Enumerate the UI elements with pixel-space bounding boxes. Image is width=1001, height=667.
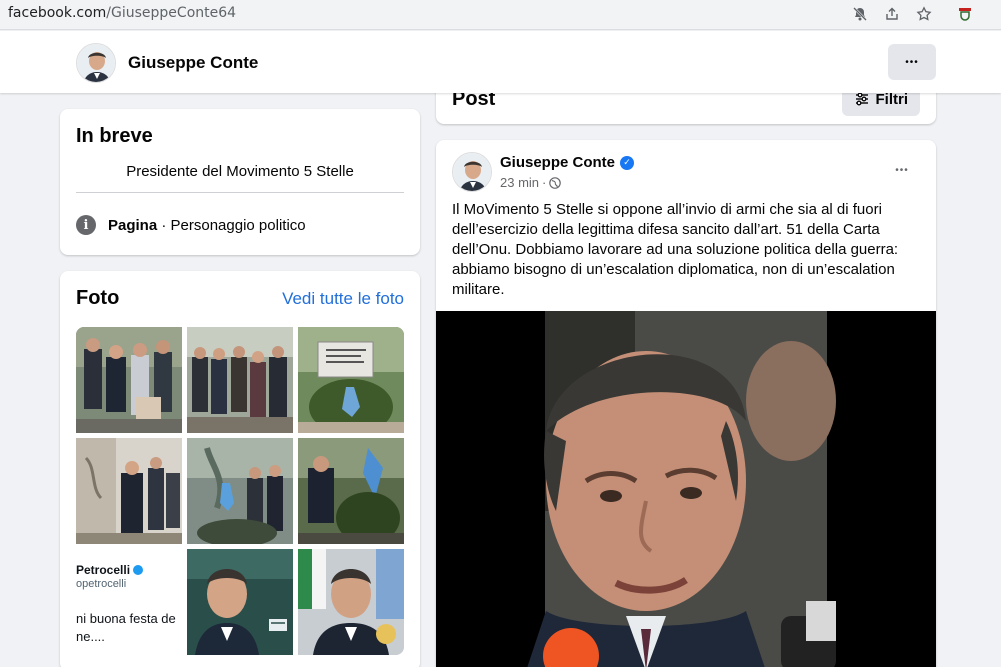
- filter-label: Filtri: [875, 90, 909, 108]
- url-path: /GiuseppeConte64: [106, 5, 237, 21]
- browser-address-bar: facebook.com/GiuseppeConte64: [0, 0, 1001, 30]
- verified-icon: [133, 565, 144, 575]
- post-options-button[interactable]: •••: [884, 158, 920, 182]
- divider: [76, 192, 404, 193]
- post-timestamp[interactable]: 23 min: [500, 175, 539, 190]
- globe-icon: [549, 176, 562, 189]
- post-text: Il MoVimento 5 Stelle si oppone all’invi…: [452, 201, 899, 298]
- post-author-avatar[interactable]: [452, 152, 492, 192]
- see-all-photos-link[interactable]: Vedi tutte le foto: [282, 289, 404, 309]
- photo-thumbnail[interactable]: [187, 549, 293, 655]
- page-name[interactable]: Giuseppe Conte: [128, 53, 258, 73]
- extension-icon[interactable]: [955, 4, 975, 24]
- filter-sliders-icon: [855, 92, 868, 106]
- more-dots-icon: •••: [905, 56, 919, 68]
- photos-title: Foto: [76, 287, 120, 309]
- photos-card: Foto Vedi tutte le foto Petrocelli opetr…: [60, 271, 420, 667]
- more-dots-icon: •••: [895, 164, 909, 176]
- tweet-author: Petrocelli: [76, 563, 144, 577]
- meta-separator: ·: [542, 175, 547, 190]
- photo-thumbnail[interactable]: [76, 438, 182, 544]
- photo-thumbnail[interactable]: Petrocelli opetrocelli ni buona festa de…: [76, 549, 182, 655]
- tweet-text-line: ne....: [76, 629, 105, 644]
- bookmark-star-icon[interactable]: [914, 4, 934, 24]
- photo-thumbnail[interactable]: [298, 438, 404, 544]
- photo-thumbnail[interactable]: [76, 327, 182, 433]
- intro-title: In breve: [76, 125, 153, 147]
- photo-thumbnail[interactable]: [187, 438, 293, 544]
- url-field[interactable]: facebook.com/GiuseppeConte64: [8, 5, 236, 21]
- category-label: Pagina: [108, 216, 158, 234]
- post-meta: 23 min ·: [500, 175, 562, 190]
- post-card: Giuseppe Conte ✓ 23 min · ••• Il MoVimen…: [436, 140, 936, 667]
- page-avatar[interactable]: [76, 43, 116, 83]
- tweet-handle: opetrocelli: [76, 578, 127, 590]
- intro-card: In breve Presidente del Movimento 5 Stel…: [60, 109, 420, 255]
- post-image[interactable]: [436, 311, 936, 667]
- post-author[interactable]: Giuseppe Conte ✓: [500, 154, 635, 171]
- page-category: i Pagina · Personaggio politico: [76, 215, 306, 235]
- url-host: facebook.com: [8, 5, 107, 21]
- mute-notifications-icon[interactable]: [850, 4, 870, 24]
- category-separator: ·: [157, 216, 171, 234]
- intro-bio: Presidente del Movimento 5 Stelle: [126, 163, 354, 180]
- photo-thumbnail[interactable]: [187, 327, 293, 433]
- photo-thumbnail[interactable]: [298, 549, 404, 655]
- verified-badge-icon: ✓: [620, 155, 635, 170]
- info-icon: i: [76, 215, 96, 235]
- category-value: Personaggio politico: [170, 216, 306, 234]
- page-header: Giuseppe Conte •••: [0, 31, 1001, 93]
- share-icon[interactable]: [882, 4, 902, 24]
- more-options-button[interactable]: •••: [888, 44, 936, 80]
- post-author-name[interactable]: Giuseppe Conte: [500, 154, 615, 171]
- tweet-text-line: ni buona festa de: [76, 611, 176, 626]
- photo-thumbnail[interactable]: [298, 327, 404, 433]
- photo-grid: Petrocelli opetrocelli ni buona festa de…: [76, 327, 404, 655]
